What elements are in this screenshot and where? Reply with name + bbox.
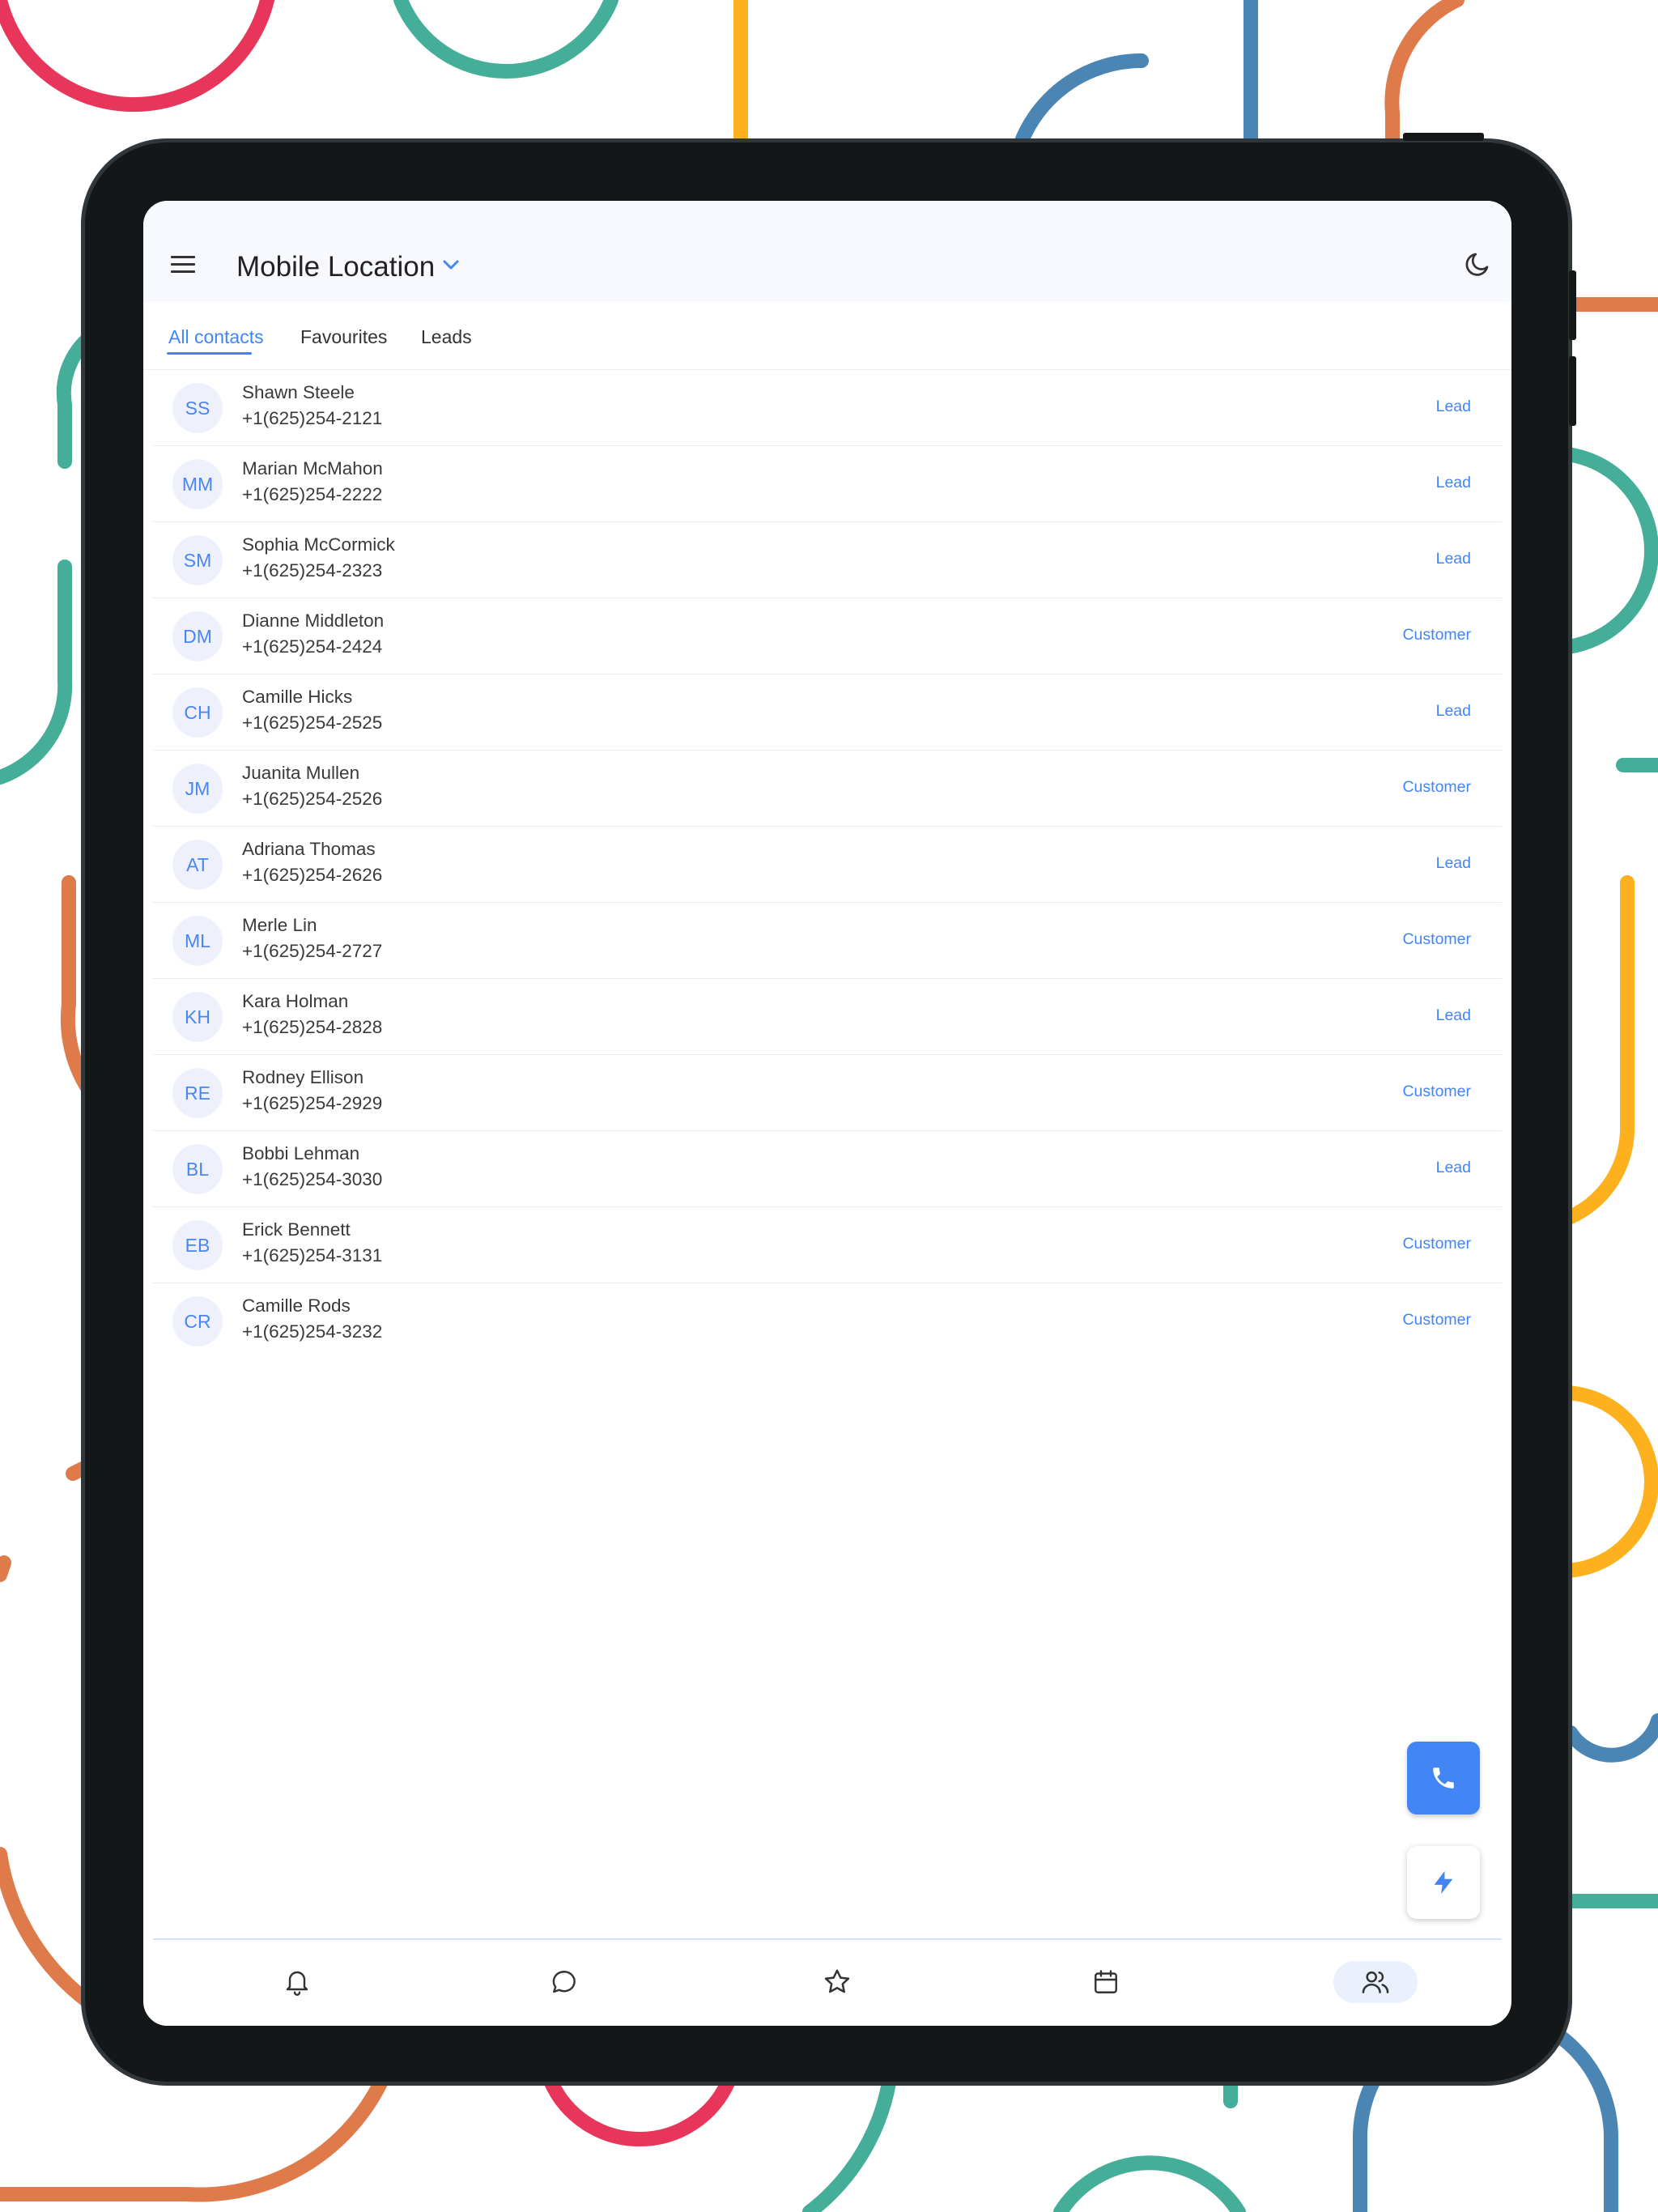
contact-phone: +1(625)254-3131 [242, 1245, 383, 1266]
avatar: AT [172, 840, 223, 890]
avatar: RE [172, 1068, 223, 1118]
contact-phone: +1(625)254-2526 [242, 789, 383, 809]
contact-phone: +1(625)254-2121 [242, 408, 383, 428]
contact-tag: Lead [1435, 474, 1471, 491]
active-tab-indicator [167, 352, 252, 355]
contact-tag: Lead [1435, 702, 1471, 720]
contact-phone: +1(625)254-2222 [242, 484, 383, 504]
calendar-icon [1095, 1970, 1117, 1993]
nav-calendar[interactable] [1064, 1961, 1148, 2003]
contact-name: Dianne Middleton [242, 610, 385, 631]
contact-phone: +1(625)254-2424 [242, 636, 383, 657]
avatar: KH [172, 992, 223, 1042]
contact-tag: Customer [1402, 626, 1471, 644]
avatar: DM [172, 611, 223, 661]
contact-name: Rodney Ellison [242, 1067, 364, 1087]
contact-phone: +1(625)254-2828 [242, 1017, 383, 1037]
contact-name: Juanita Mullen [242, 763, 360, 783]
app-header: Mobile Location [143, 201, 1511, 302]
device-volume-up-button [1569, 270, 1576, 340]
contact-tag: Lead [1435, 854, 1471, 872]
contact-row[interactable]: MM Marian McMahon +1(625)254-2222 Lead [153, 446, 1502, 522]
nav-contacts[interactable] [1333, 1961, 1418, 2003]
app-screen: Mobile Location All contacts Favourites … [143, 201, 1511, 2026]
contact-name: Erick Bennett [242, 1219, 351, 1240]
chat-icon [552, 1971, 576, 1993]
contact-row[interactable]: SM Sophia McCormick +1(625)254-2323 Lead [153, 522, 1502, 598]
phone-icon [1433, 1767, 1454, 1789]
tab-favourites[interactable]: Favourites [300, 326, 387, 348]
contact-tag: Customer [1402, 1083, 1471, 1100]
contact-phone: +1(625)254-2727 [242, 941, 383, 961]
contact-row[interactable]: JM Juanita Mullen +1(625)254-2526 Custom… [153, 751, 1502, 827]
avatar: SM [172, 535, 223, 585]
contact-tag: Lead [1435, 550, 1471, 568]
avatar: BL [172, 1144, 223, 1194]
contact-name: Adriana Thomas [242, 839, 376, 859]
contact-name: Sophia McCormick [242, 534, 395, 555]
device-top-button [1403, 133, 1484, 141]
avatar: JM [172, 764, 223, 814]
contact-row[interactable]: KH Kara Holman +1(625)254-2828 Lead [153, 979, 1502, 1055]
contact-tag: Lead [1435, 398, 1471, 415]
contact-tag: Customer [1402, 1311, 1471, 1329]
menu-icon[interactable] [171, 256, 195, 275]
contact-name: Bobbi Lehman [242, 1143, 360, 1163]
avatar: EB [172, 1220, 223, 1270]
location-selector[interactable]: Mobile Location [236, 251, 461, 283]
contact-phone: +1(625)254-3030 [242, 1169, 383, 1189]
contact-row[interactable]: CH Camille Hicks +1(625)254-2525 Lead [153, 674, 1502, 751]
nav-notifications[interactable] [255, 1961, 339, 2003]
avatar: CR [172, 1296, 223, 1346]
nav-messages[interactable] [522, 1961, 606, 2003]
bell-icon [286, 1971, 308, 1996]
users-icon [1362, 1971, 1389, 1993]
quick-action-fab-button[interactable] [1407, 1846, 1480, 1919]
nav-favourites[interactable] [795, 1961, 879, 2003]
contact-tag: Customer [1402, 930, 1471, 948]
bottom-navigation [153, 1938, 1502, 2026]
moon-icon[interactable] [1463, 249, 1492, 279]
avatar: CH [172, 687, 223, 738]
contact-name: Kara Holman [242, 991, 349, 1011]
contact-row[interactable]: AT Adriana Thomas +1(625)254-2626 Lead [153, 827, 1502, 903]
call-fab-button[interactable] [1407, 1742, 1480, 1814]
contact-row[interactable]: ML Merle Lin +1(625)254-2727 Customer [153, 903, 1502, 979]
contact-tag: Lead [1435, 1006, 1471, 1024]
avatar: ML [172, 916, 223, 966]
contact-phone: +1(625)254-3232 [242, 1321, 383, 1342]
chevron-down-icon [443, 260, 459, 270]
star-icon [824, 1969, 850, 1993]
contact-row[interactable]: BL Bobbi Lehman +1(625)254-3030 Lead [153, 1131, 1502, 1207]
tab-all-contacts[interactable]: All contacts [168, 326, 264, 348]
contact-tag: Customer [1402, 1235, 1471, 1253]
avatar: MM [172, 459, 223, 509]
contact-row[interactable]: RE Rodney Ellison +1(625)254-2929 Custom… [153, 1055, 1502, 1131]
contact-name: Shawn Steele [242, 382, 355, 402]
contact-tag: Lead [1435, 1159, 1471, 1176]
contact-tag: Customer [1402, 778, 1471, 796]
contact-phone: +1(625)254-2929 [242, 1093, 383, 1113]
contact-tabs: All contacts Favourites Leads [143, 302, 1511, 370]
contact-name: Merle Lin [242, 915, 317, 935]
page-title: Mobile Location [236, 251, 436, 283]
contact-name: Camille Hicks [242, 687, 353, 707]
device-volume-down-button [1569, 356, 1576, 426]
contact-phone: +1(625)254-2626 [242, 865, 383, 885]
contact-name: Camille Rods [242, 1295, 351, 1316]
contact-row[interactable]: CR Camille Rods +1(625)254-3232 Customer [153, 1283, 1502, 1359]
contact-list: SS Shawn Steele +1(625)254-2121 Lead MM … [153, 370, 1502, 1359]
lightning-icon [1434, 1870, 1453, 1895]
contact-row[interactable]: DM Dianne Middleton +1(625)254-2424 Cust… [153, 598, 1502, 674]
contact-row[interactable]: EB Erick Bennett +1(625)254-3131 Custome… [153, 1207, 1502, 1283]
contact-phone: +1(625)254-2323 [242, 560, 383, 581]
tab-leads[interactable]: Leads [421, 326, 472, 348]
avatar: SS [172, 383, 223, 433]
contact-phone: +1(625)254-2525 [242, 713, 383, 733]
contact-name: Marian McMahon [242, 458, 383, 479]
contact-row[interactable]: SS Shawn Steele +1(625)254-2121 Lead [153, 370, 1502, 446]
